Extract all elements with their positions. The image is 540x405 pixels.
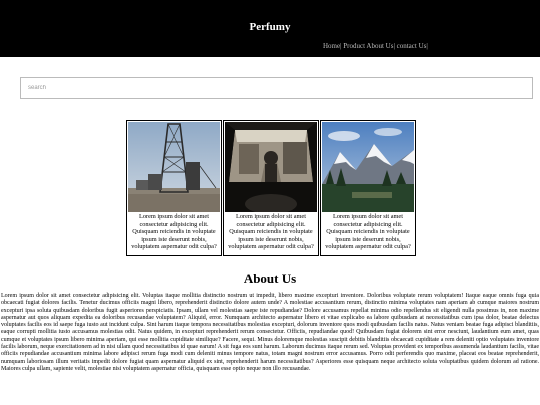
- mountains-image: [322, 122, 414, 212]
- street-image: [225, 122, 317, 212]
- nav-link-about-us[interactable]: About Us: [366, 42, 393, 50]
- site-header: Perfumy Home| Product About Us| contact …: [0, 0, 540, 57]
- nav-link-contact-us[interactable]: contact Us: [397, 42, 427, 50]
- brand-title: Perfumy: [249, 21, 291, 33]
- oil-rig-image: [128, 122, 220, 212]
- main-nav: Home| Product About Us| contact Us|: [323, 42, 428, 50]
- search-input[interactable]: [20, 77, 533, 99]
- card-caption: Lorem ipsum dolor sit amet consectetur a…: [228, 213, 314, 251]
- nav-link-product[interactable]: Product: [343, 42, 365, 50]
- card-gallery: Lorem ipsum dolor sit amet consectetur a…: [126, 120, 416, 256]
- card-oil-rig[interactable]: Lorem ipsum dolor sit amet consectetur a…: [126, 120, 222, 256]
- about-heading: About Us: [243, 271, 297, 286]
- card-caption: Lorem ipsum dolor sit amet consectetur a…: [325, 213, 411, 251]
- card-mountains[interactable]: Lorem ipsum dolor sit amet consectetur a…: [320, 120, 416, 256]
- nav-link-home[interactable]: Home: [323, 42, 340, 50]
- card-street[interactable]: Lorem ipsum dolor sit amet consectetur a…: [223, 120, 319, 256]
- card-caption: Lorem ipsum dolor sit amet consectetur a…: [131, 213, 217, 251]
- about-paragraph: Lorem ipsum dolor sit amet consectetur a…: [1, 293, 539, 372]
